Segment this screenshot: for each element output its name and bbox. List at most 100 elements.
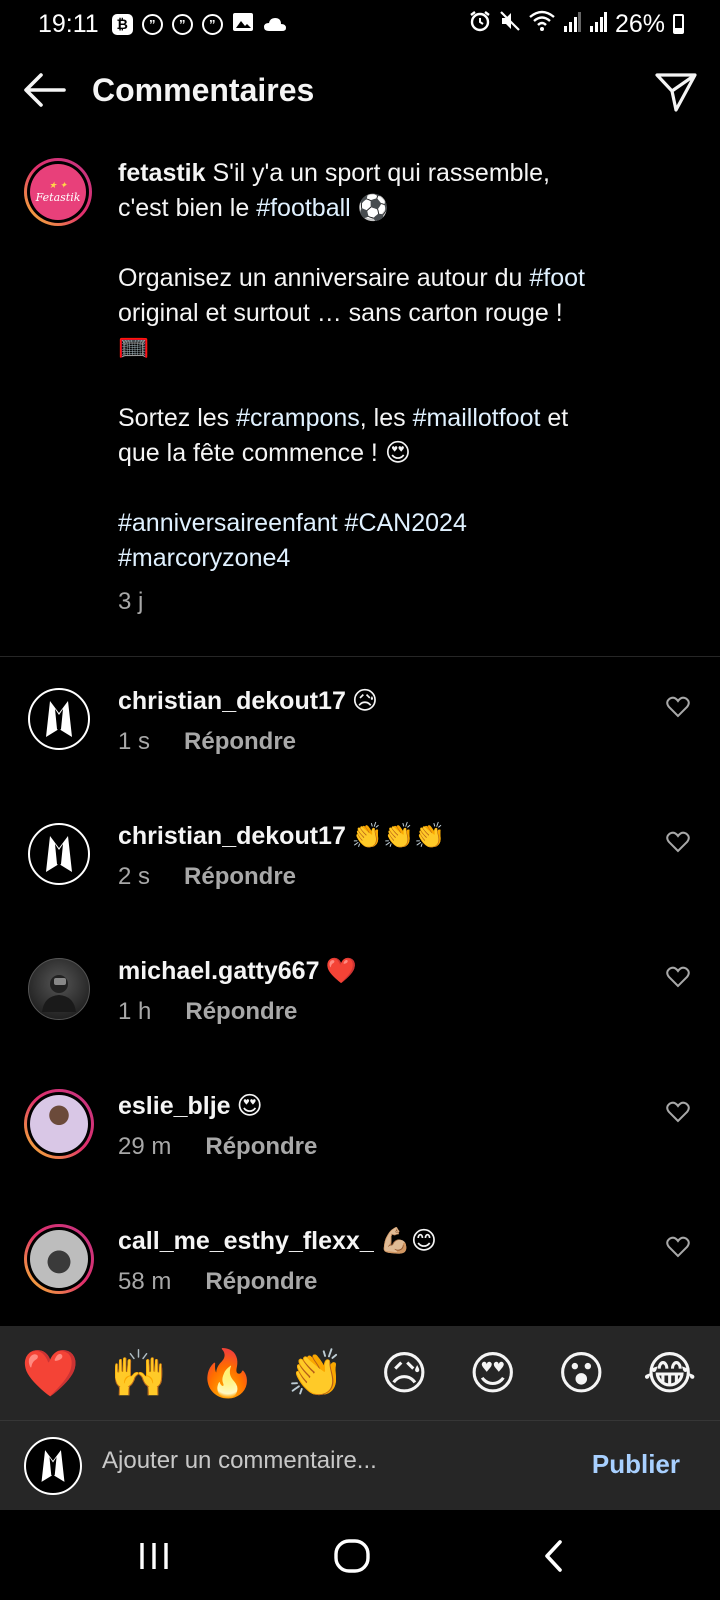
- like-button[interactable]: [666, 1101, 690, 1123]
- soccer-ball-icon: ⚽: [350, 194, 389, 222]
- battery-percent: 26%: [614, 9, 665, 38]
- emoji-fire-button[interactable]: 🔥: [192, 1346, 262, 1401]
- comment-username[interactable]: eslie_blje: [118, 1092, 231, 1120]
- reply-button[interactable]: Répondre: [184, 728, 296, 756]
- caption-line: que la fête commence !: [118, 439, 385, 467]
- avatar[interactable]: [24, 1089, 94, 1159]
- caption-line: original et surtout … sans carton rouge …: [118, 299, 563, 327]
- hashtag[interactable]: #maillotfoot: [413, 404, 541, 432]
- reply-button[interactable]: Répondre: [205, 1268, 317, 1296]
- status-bar: 19:11 ₿ ” ” ” 26%: [0, 0, 720, 48]
- heart-outline-icon: [666, 696, 690, 718]
- battery-icon: [673, 14, 684, 34]
- quote-icon: ”: [201, 13, 223, 35]
- like-button[interactable]: [666, 696, 690, 718]
- publish-button[interactable]: Publier: [592, 1449, 680, 1480]
- like-button[interactable]: [666, 1236, 690, 1258]
- hashtag[interactable]: #crampons: [236, 404, 360, 432]
- comment-username[interactable]: christian_dekout17: [118, 687, 346, 715]
- caption-text: fetastik S'il y'a un sport qui rassemble…: [118, 156, 678, 576]
- emoji-sad-button[interactable]: 😥: [369, 1346, 439, 1400]
- bitcoin-icon: ₿: [111, 13, 133, 35]
- heart-outline-icon: [666, 831, 690, 853]
- avatar[interactable]: [28, 688, 90, 750]
- comment-time: 2 s: [118, 863, 151, 890]
- comment-emoji: 💪🏼😊: [379, 1227, 437, 1255]
- recent-apps-icon: [140, 1543, 168, 1569]
- divider: [0, 656, 720, 657]
- arrow-left-icon: [24, 73, 66, 107]
- brand-logo: ★ ✦ Fetastik: [30, 164, 86, 220]
- header: Commentaires: [0, 58, 720, 122]
- caption-username[interactable]: fetastik: [118, 159, 206, 187]
- quote-icon: ”: [141, 13, 163, 35]
- send-icon: [655, 73, 697, 112]
- heart-outline-icon: [666, 966, 690, 988]
- alarm-icon: [469, 10, 491, 39]
- back-button[interactable]: [22, 72, 68, 108]
- comment-item: michael.gatty667 ❤️ 1 h Répondre: [0, 954, 720, 1054]
- emoji-surprised-button[interactable]: 😮: [546, 1346, 616, 1400]
- emoji-laughing-button[interactable]: 😂: [635, 1346, 705, 1400]
- caption-line: et: [540, 404, 569, 432]
- caption-line: Organisez un anniversaire autour du: [118, 264, 530, 292]
- heart-outline-icon: [666, 1236, 690, 1258]
- comment-item: eslie_blje 😍 29 m Répondre: [0, 1089, 720, 1189]
- comment-time: 1 h: [118, 998, 152, 1025]
- share-button[interactable]: [654, 70, 698, 114]
- status-time: 19:11: [38, 9, 99, 38]
- like-button[interactable]: [666, 831, 690, 853]
- caption-line: , les: [359, 404, 413, 432]
- profile-photo: [30, 1095, 88, 1153]
- home-button[interactable]: [331, 1534, 375, 1578]
- system-back-button[interactable]: [534, 1534, 578, 1578]
- signal-icon: [589, 10, 607, 39]
- heart-outline-icon: [666, 1101, 690, 1123]
- page-title: Commentaires: [92, 72, 315, 108]
- profile-photo: [30, 1230, 88, 1288]
- home-icon: [334, 1539, 370, 1573]
- hashtag[interactable]: #marcoryzone4: [118, 544, 290, 572]
- post-timestamp: 3 j: [118, 588, 144, 615]
- hashtag[interactable]: #foot: [529, 264, 585, 292]
- avatar[interactable]: [24, 1224, 94, 1294]
- comment-username[interactable]: call_me_esthy_flexx_: [118, 1227, 374, 1255]
- recent-apps-button[interactable]: [132, 1534, 176, 1578]
- comment-input[interactable]: [102, 1447, 542, 1475]
- comment-time: 29 m: [118, 1133, 172, 1160]
- emoji-clap-button[interactable]: 👏: [281, 1346, 351, 1401]
- comment-time: 1 s: [118, 728, 151, 755]
- mute-icon: [499, 10, 521, 39]
- emoji-heart-button[interactable]: ❤️: [15, 1346, 85, 1401]
- comment-username[interactable]: christian_dekout17: [118, 822, 346, 850]
- hashtag[interactable]: #CAN2024: [345, 509, 467, 537]
- avatar[interactable]: [28, 823, 90, 885]
- like-button[interactable]: [666, 966, 690, 988]
- wifi-icon: [529, 10, 555, 39]
- reply-button[interactable]: Répondre: [205, 1133, 317, 1161]
- avatar[interactable]: [28, 958, 90, 1020]
- comment-emoji: ❤️: [325, 957, 357, 985]
- hashtag[interactable]: #anniversaireenfant: [118, 509, 338, 537]
- star-icon: ★ ✦: [48, 180, 68, 191]
- comment-emoji: 👏👏👏: [351, 822, 446, 850]
- avatar[interactable]: ★ ✦ Fetastik: [24, 158, 92, 226]
- system-nav-bar: [0, 1510, 720, 1600]
- cloud-icon: [263, 10, 287, 39]
- chevron-left-icon: [545, 1540, 562, 1572]
- comment-time: 58 m: [118, 1268, 172, 1295]
- avatar: [24, 1437, 82, 1495]
- gallery-icon: [232, 10, 254, 39]
- hashtag[interactable]: #football: [256, 194, 351, 222]
- suit-logo-icon: [41, 1450, 65, 1482]
- emoji-heart-eyes-button[interactable]: 😍: [458, 1346, 528, 1400]
- comment-emoji: 😥: [351, 687, 378, 715]
- heart-eyes-icon: 😍: [384, 439, 411, 467]
- comment-item: call_me_esthy_flexx_ 💪🏼😊 58 m Répondre: [0, 1224, 720, 1324]
- suit-logo-icon: [46, 836, 72, 872]
- emoji-raised-hands-button[interactable]: 🙌: [104, 1346, 174, 1401]
- comment-username[interactable]: michael.gatty667: [118, 957, 320, 985]
- comment-item: christian_dekout17 😥 1 s Répondre: [0, 684, 720, 784]
- reply-button[interactable]: Répondre: [184, 863, 296, 891]
- reply-button[interactable]: Répondre: [185, 998, 297, 1026]
